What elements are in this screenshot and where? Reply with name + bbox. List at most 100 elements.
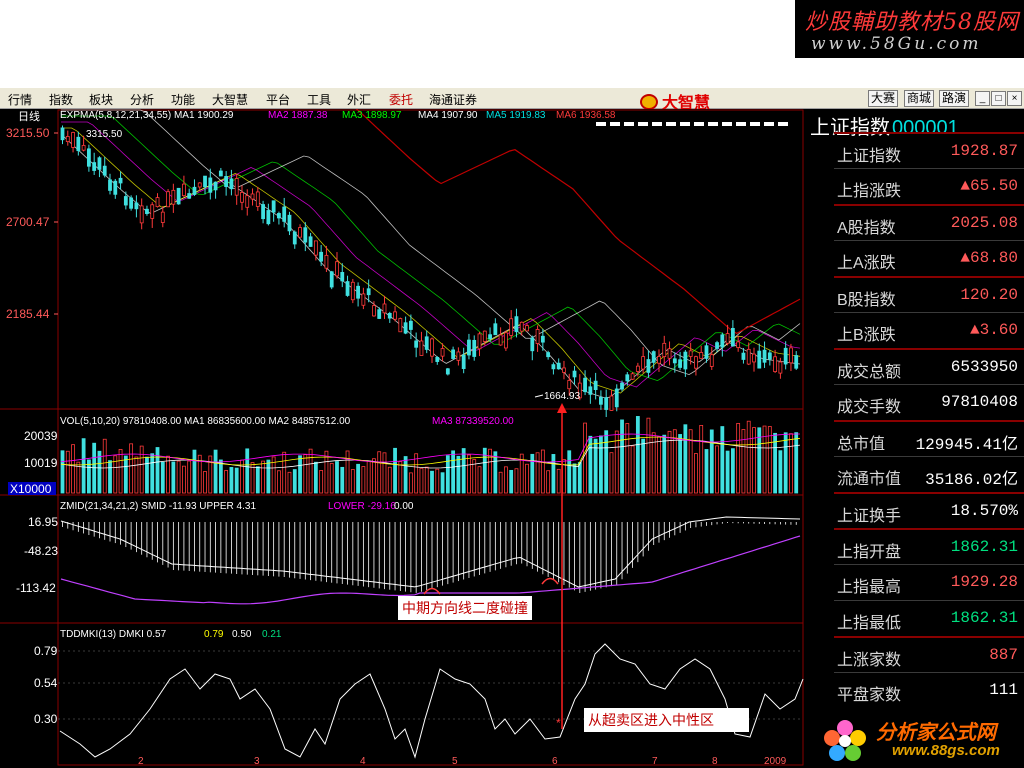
menu-bar: 行情 指数 板块 分析 功能 大智慧 平台 工具 外汇 委托 海通证券 大智慧 大赛 商城 路演 _ □ × xyxy=(0,87,1024,112)
menu-item[interactable]: 分析 xyxy=(130,91,154,108)
status-dot xyxy=(624,122,634,126)
volume-bar xyxy=(730,448,735,494)
brand-icon xyxy=(640,94,658,110)
volume-bar xyxy=(97,450,102,494)
quote-label: 流通市值 xyxy=(837,471,902,488)
menu-item[interactable]: 板块 xyxy=(89,91,113,108)
volume-bar xyxy=(620,419,624,494)
candle-body xyxy=(372,305,376,317)
volume-bar xyxy=(440,472,445,494)
volume-bar xyxy=(387,466,392,494)
quote-row: 上B涨跌 ▲3.60 xyxy=(834,312,1024,348)
menu-item[interactable]: 指数 xyxy=(49,91,73,108)
volume-bar xyxy=(767,426,772,494)
ma5-value: MA5 1919.83 xyxy=(486,110,546,121)
quote-label: 平盘家数 xyxy=(837,687,902,704)
volume-bar xyxy=(657,436,661,494)
candle-body xyxy=(646,359,651,373)
candle-body xyxy=(329,271,334,288)
dmki-annotation: 从超卖区进入中性区 xyxy=(584,708,749,732)
watermark-url: www.88gs.com xyxy=(892,742,1000,759)
volume-bar xyxy=(366,460,371,494)
volume-bar xyxy=(577,462,582,494)
volume-bar xyxy=(694,453,698,494)
candle-body xyxy=(134,202,139,210)
menu-item[interactable]: 行情 xyxy=(8,91,32,108)
chart-canvas[interactable]: 日线 EXPMA(5,8,12,21,34,55) MA1 1900.29 MA2 … xyxy=(0,109,806,768)
candle-body xyxy=(229,178,234,190)
volume-bar xyxy=(408,472,413,494)
candle-body xyxy=(71,132,75,148)
restore-button[interactable]: □ xyxy=(991,91,1006,106)
zmid-axis-label: -113.42 xyxy=(16,581,56,595)
candle-body xyxy=(118,177,123,184)
volume-bar xyxy=(118,448,123,494)
dmki-axis-label: 0.30 xyxy=(34,712,58,726)
candle-body xyxy=(773,356,778,372)
volume-bar xyxy=(535,452,540,494)
volume-bar xyxy=(308,448,313,494)
candle-body xyxy=(424,336,429,350)
menu-item[interactable]: 平台 xyxy=(266,91,290,108)
signal-arrow xyxy=(557,403,567,413)
volume-bar xyxy=(134,456,139,494)
quote-value: 111 xyxy=(989,681,1018,699)
volume-bar xyxy=(794,432,799,494)
candle-body xyxy=(340,272,345,282)
menu-item[interactable]: 海通证券 xyxy=(429,91,477,108)
candle-body xyxy=(171,189,176,205)
volume-bar xyxy=(292,469,297,494)
candle-body xyxy=(540,335,545,343)
ma3-value: MA3 1898.97 xyxy=(342,110,402,121)
toolbar-button[interactable]: 商城 xyxy=(904,90,935,107)
menu-item[interactable]: 功能 xyxy=(171,91,195,108)
close-button[interactable]: × xyxy=(1007,91,1022,106)
volume-bar xyxy=(377,451,382,494)
candle-body xyxy=(767,352,772,360)
candle-body xyxy=(250,193,255,200)
volume-bar xyxy=(150,453,155,494)
candle-body xyxy=(725,333,730,344)
minimize-button[interactable]: _ xyxy=(975,91,990,106)
volume-bar xyxy=(493,451,498,494)
quote-value: ▲65.50 xyxy=(960,177,1018,195)
candle-body xyxy=(662,342,667,357)
dmki-value: 0.50 xyxy=(232,629,252,640)
candle-body xyxy=(477,333,482,350)
candle-body xyxy=(519,321,524,332)
toolbar-button[interactable]: 路演 xyxy=(939,90,970,107)
status-dot xyxy=(778,122,788,126)
volume-bar xyxy=(329,463,334,494)
low-price-label: 1664.93 xyxy=(544,391,581,402)
quote-label: 上指最高 xyxy=(837,579,902,596)
candle-body xyxy=(176,187,181,205)
volume-bar xyxy=(361,466,366,494)
x-axis-label: 4 xyxy=(360,756,366,767)
volume-bar xyxy=(71,444,75,494)
ma-line xyxy=(355,109,801,335)
quote-row: 平盘家数 111 xyxy=(834,672,1024,708)
candle-body xyxy=(567,380,572,390)
volume-axis-label: 10019 xyxy=(24,456,58,470)
volume-bar xyxy=(704,449,709,494)
volume-bar xyxy=(176,460,181,494)
zmid-axis-label: 16.95 xyxy=(28,515,58,529)
candle-body xyxy=(335,261,339,277)
candle-body xyxy=(187,193,192,199)
volume-bar xyxy=(245,448,250,494)
candle-body xyxy=(730,327,735,347)
chart-panel[interactable]: 日线 EXPMA(5,8,12,21,34,55) MA1 1900.29 MA2 … xyxy=(0,109,806,768)
menu-item[interactable]: 委托 xyxy=(389,91,413,108)
volume-bar xyxy=(155,447,160,494)
volume-bar xyxy=(583,422,587,494)
volume-bar xyxy=(514,468,519,494)
toolbar-button[interactable]: 大赛 xyxy=(868,90,899,107)
ma-line xyxy=(60,133,801,399)
candle-body xyxy=(472,339,477,357)
quote-value: 18.570% xyxy=(950,502,1018,520)
candle-body xyxy=(794,355,799,369)
menu-item[interactable]: 工具 xyxy=(307,91,331,108)
volume-bar xyxy=(160,461,165,494)
menu-item[interactable]: 大智慧 xyxy=(212,91,248,108)
menu-item[interactable]: 外汇 xyxy=(347,91,371,108)
